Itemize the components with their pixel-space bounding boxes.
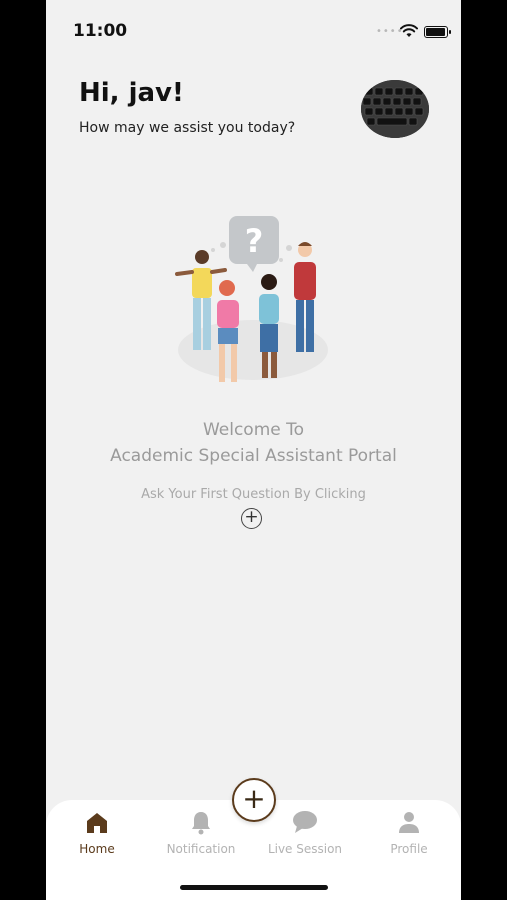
- battery-icon: [424, 26, 451, 38]
- home-icon: [87, 813, 107, 833]
- bell-icon: [192, 812, 210, 835]
- people-question-illustration: ?: [175, 216, 328, 382]
- tab-profile[interactable]: Profile: [369, 808, 449, 856]
- add-question-button[interactable]: +: [232, 778, 276, 822]
- plus-circle-icon[interactable]: +: [241, 508, 262, 529]
- person-icon: [399, 812, 419, 833]
- avatar[interactable]: [361, 80, 429, 138]
- greeting-subtitle: How may we assist you today?: [79, 120, 296, 136]
- wifi-icon: [400, 24, 418, 37]
- svg-text:?: ?: [245, 222, 264, 260]
- greeting-title: Hi, jav!: [79, 78, 184, 108]
- welcome-line2: Academic Special Assistant Portal: [110, 446, 397, 466]
- tab-home[interactable]: Home: [57, 808, 137, 856]
- tab-profile-label: Profile: [390, 842, 428, 856]
- app-screen: 11:00 •••• Hi, jav! How may we assist yo…: [46, 0, 461, 900]
- welcome-line1: Welcome To: [202, 420, 305, 440]
- tab-notification[interactable]: Notification: [161, 808, 241, 856]
- status-time: 11:00: [73, 21, 128, 41]
- tab-home-label: Home: [79, 842, 115, 856]
- status-bar: 11:00 ••••: [46, 0, 461, 60]
- tab-live-session[interactable]: Live Session: [265, 808, 345, 856]
- home-indicator: [180, 885, 328, 890]
- tab-notification-label: Notification: [166, 842, 236, 856]
- keyboard-avatar: [361, 80, 429, 138]
- tab-live-session-label: Live Session: [267, 842, 343, 856]
- chat-bubble-icon: [293, 811, 317, 833]
- empty-state-hint: Ask Your First Question By Clicking: [141, 487, 366, 502]
